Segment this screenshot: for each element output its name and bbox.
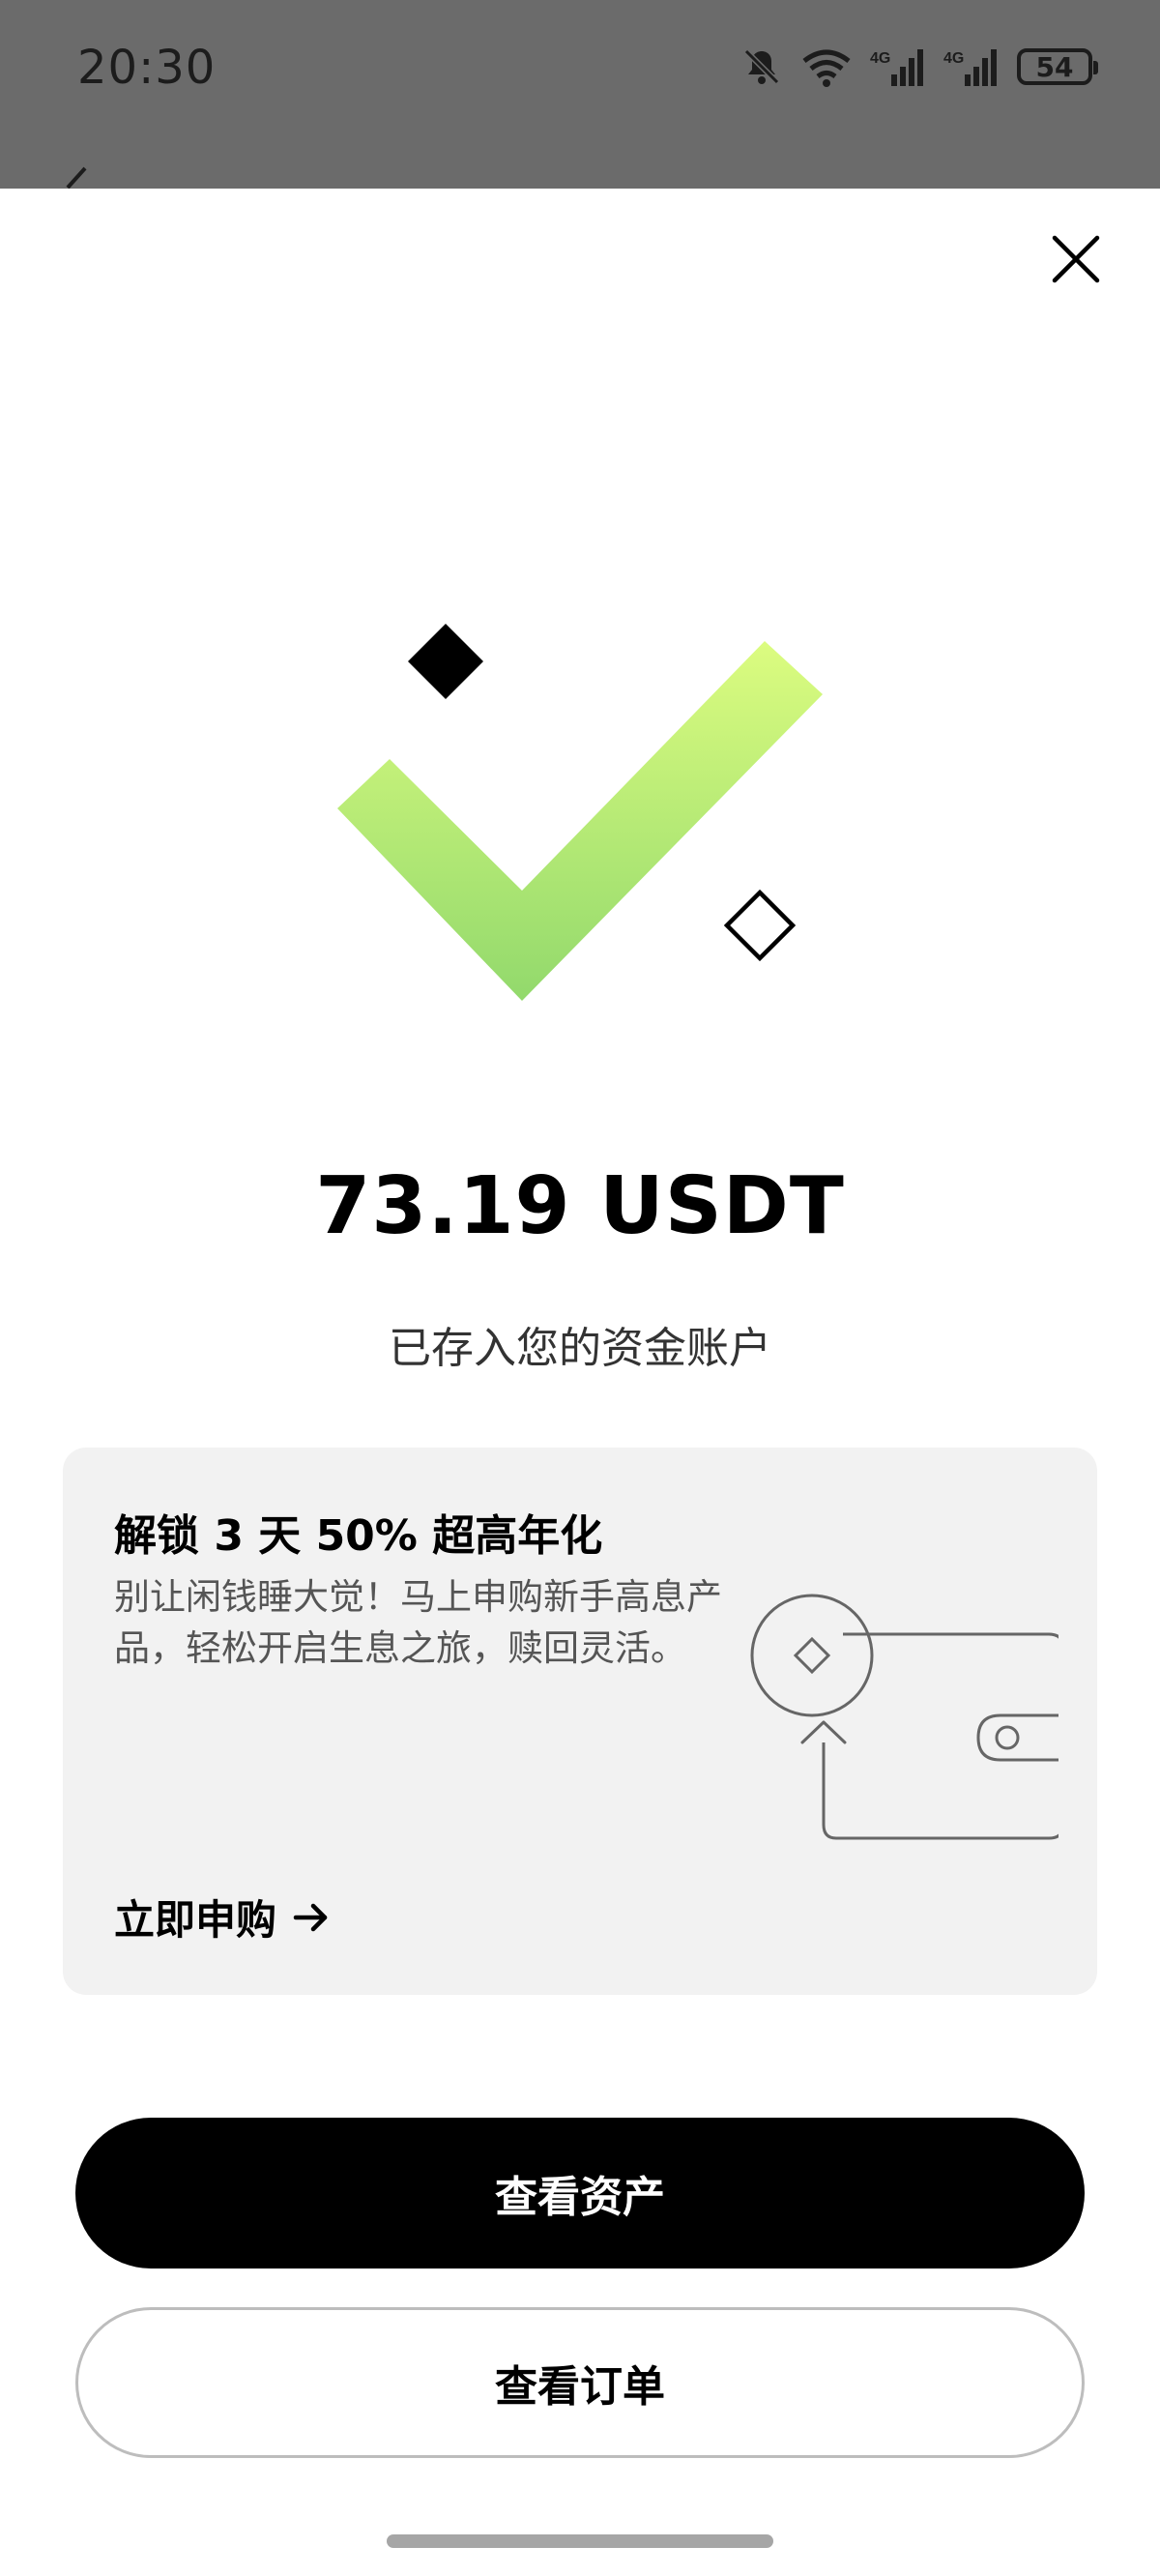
battery-icon: 54 <box>1017 48 1098 85</box>
promo-card[interactable]: 解锁 3 天 50% 超高年化 别让闲钱睡大觉！马上申购新手高息产品，轻松开启生… <box>63 1448 1097 1995</box>
diamond-outline-icon <box>723 889 797 962</box>
bell-muted-icon <box>740 45 783 88</box>
status-icons: 4G 4G 54 <box>740 43 1098 91</box>
arrow-right-icon <box>293 1903 328 1931</box>
subscribe-now-link[interactable]: 立即申购 <box>114 1888 331 1947</box>
deposit-message: 已存入您的资金账户 <box>389 1324 771 1373</box>
wifi-icon <box>800 45 853 88</box>
network-label: 4G <box>870 50 890 67</box>
diamond-filled-icon <box>408 624 483 699</box>
close-icon[interactable] <box>1049 232 1103 286</box>
status-time: 20:30 <box>77 41 217 95</box>
status-bar: 20:30 4G 4G 54 <box>0 0 1160 190</box>
subscribe-now-label: 立即申购 <box>114 1896 277 1944</box>
network-label: 4G <box>943 50 964 67</box>
deposit-amount: 73.19 USDT <box>315 1160 845 1252</box>
view-assets-button[interactable]: 查看资产 <box>75 2118 1085 2269</box>
view-orders-button[interactable]: 查看订单 <box>75 2307 1085 2458</box>
home-indicator[interactable] <box>387 2534 773 2548</box>
signal-4g-icon: 4G <box>870 45 926 88</box>
battery-level: 54 <box>1035 50 1074 83</box>
back-icon <box>66 166 87 190</box>
success-check-illustration <box>337 624 823 1001</box>
wallet-icon <box>750 1594 1058 1840</box>
signal-4g-icon: 4G <box>943 45 1000 88</box>
promo-title: 解锁 3 天 50% 超高年化 <box>114 1511 603 1561</box>
promo-description: 别让闲钱睡大觉！马上申购新手高息产品，轻松开启生息之旅，赎回灵活。 <box>114 1576 722 1669</box>
